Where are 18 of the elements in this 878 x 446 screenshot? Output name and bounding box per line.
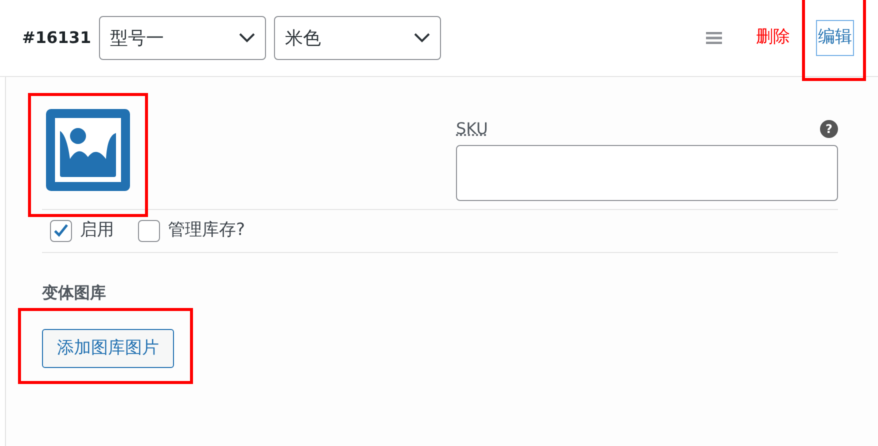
help-icon[interactable]: ? <box>820 120 838 138</box>
delete-link[interactable]: 删除 <box>756 25 790 51</box>
add-gallery-images-button[interactable]: 添加图库图片 <box>42 328 174 368</box>
checkbox[interactable] <box>50 220 72 242</box>
sku-field[interactable] <box>456 145 838 201</box>
section-heading: 变体图库 <box>42 282 107 304</box>
image-placeholder-icon[interactable] <box>46 109 130 191</box>
variation-id: #16131 <box>22 27 92 49</box>
checkbox-label: 启用 <box>80 219 114 242</box>
chevron-down-icon <box>414 33 430 43</box>
menu-icon[interactable] <box>706 32 722 44</box>
field-label: SKU <box>456 118 488 140</box>
attribute-select[interactable]: 型号一 <box>99 16 266 60</box>
checkbox[interactable] <box>138 220 160 242</box>
attribute-select[interactable]: 米色 <box>274 16 442 60</box>
edit-link[interactable]: 编辑 <box>816 20 854 56</box>
checkbox-label: 管理库存? <box>168 219 246 242</box>
chevron-down-icon <box>239 33 256 43</box>
